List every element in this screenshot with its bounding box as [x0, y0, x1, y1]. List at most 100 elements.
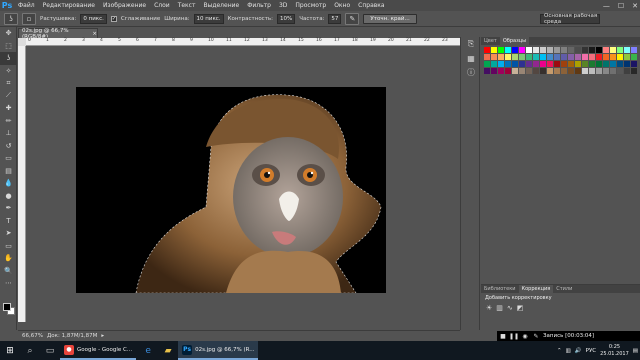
curves-icon[interactable]: ∿ [507, 304, 513, 312]
language-indicator[interactable]: РУС [586, 348, 597, 354]
menu-help[interactable]: Справка [354, 2, 388, 9]
swatch[interactable] [540, 54, 546, 60]
swatch[interactable] [575, 68, 581, 74]
properties-panel-icon[interactable]: ▦ [461, 51, 481, 65]
pause-record-icon[interactable]: ❚❚ [509, 333, 519, 340]
swatch[interactable] [540, 47, 546, 53]
width-input[interactable]: 10 пикс. [193, 13, 224, 24]
swatch[interactable] [519, 54, 525, 60]
eyedropper-tool-icon[interactable]: ⟋ [0, 90, 17, 103]
menu-type[interactable]: Текст [174, 2, 200, 9]
crop-tool-icon[interactable]: ⌗ [0, 77, 17, 90]
pen-icon[interactable]: ✎ [532, 333, 540, 340]
close-icon[interactable]: ✕ [632, 2, 638, 10]
swatch[interactable] [498, 54, 504, 60]
frequency-input[interactable]: 57 [328, 13, 342, 24]
swatch[interactable] [526, 61, 532, 67]
swatch[interactable] [575, 61, 581, 67]
swatch[interactable] [540, 61, 546, 67]
pen-tool-icon[interactable]: ✒ [0, 202, 17, 215]
swatch[interactable] [589, 61, 595, 67]
edge-icon[interactable]: e [138, 341, 158, 360]
shape-tool-icon[interactable]: ▭ [0, 240, 17, 253]
swatch[interactable] [589, 68, 595, 74]
swatch[interactable] [533, 54, 539, 60]
swatch[interactable] [533, 68, 539, 74]
swatch[interactable] [526, 47, 532, 53]
swatch[interactable] [610, 54, 616, 60]
swatch[interactable] [610, 68, 616, 74]
swatch[interactable] [512, 54, 518, 60]
swatch[interactable] [484, 47, 490, 53]
zoom-level[interactable]: 66,67% [22, 333, 43, 339]
menu-select[interactable]: Выделение [199, 2, 243, 9]
swatch[interactable] [505, 54, 511, 60]
swatch[interactable] [624, 47, 630, 53]
tablet-pressure-icon[interactable]: ✎ [345, 12, 360, 25]
quick-select-tool-icon[interactable]: ✧ [0, 65, 17, 78]
swatch[interactable] [589, 54, 595, 60]
type-tool-icon[interactable]: T [0, 215, 17, 228]
swatch[interactable] [540, 68, 546, 74]
swatch[interactable] [631, 54, 637, 60]
history-brush-icon[interactable]: ↺ [0, 140, 17, 153]
notifications-icon[interactable]: ▤ [633, 348, 638, 354]
minimize-icon[interactable]: — [603, 2, 610, 10]
antialias-checkbox[interactable]: ✓ [110, 15, 117, 22]
swatch[interactable] [603, 68, 609, 74]
swatch[interactable] [631, 47, 637, 53]
swatch[interactable] [498, 68, 504, 74]
eraser-tool-icon[interactable]: ▭ [0, 152, 17, 165]
swatch[interactable] [582, 61, 588, 67]
network-icon[interactable]: ▥ [566, 348, 571, 354]
swatch[interactable] [491, 54, 497, 60]
swatch[interactable] [519, 61, 525, 67]
hand-tool-icon[interactable]: ✋ [0, 252, 17, 265]
brush-tool-icon[interactable]: ✏ [0, 115, 17, 128]
swatch[interactable] [568, 68, 574, 74]
swatch[interactable] [568, 54, 574, 60]
swatch[interactable] [554, 68, 560, 74]
dodge-tool-icon[interactable]: ● [0, 190, 17, 203]
task-view-icon[interactable]: ▭ [40, 341, 60, 360]
swatch[interactable] [484, 68, 490, 74]
swatch[interactable] [624, 54, 630, 60]
swatch[interactable] [589, 47, 595, 53]
foreground-color-swatch[interactable] [3, 303, 11, 311]
maximize-icon[interactable]: ☐ [618, 2, 624, 10]
marquee-tool-icon[interactable]: ⬚ [0, 40, 17, 53]
close-tab-icon[interactable]: × [92, 31, 97, 37]
magnetic-lasso-tool-icon[interactable]: ʖ [4, 12, 18, 25]
lasso-tool-icon[interactable]: ʖ [0, 52, 17, 65]
taskbar-chrome[interactable]: ● Google - Google C... [60, 341, 137, 360]
levels-icon[interactable]: ▥ [496, 304, 503, 312]
healing-brush-icon[interactable]: ✚ [0, 102, 17, 115]
swatch[interactable] [519, 68, 525, 74]
gradient-tool-icon[interactable]: ▤ [0, 165, 17, 178]
swatch[interactable] [631, 68, 637, 74]
status-menu-icon[interactable]: ▸ [101, 333, 104, 339]
refine-edge-button[interactable]: Уточн. край... [363, 13, 417, 24]
swatch[interactable] [596, 54, 602, 60]
canvas-image[interactable] [76, 87, 386, 293]
tab-swatches[interactable]: Образцы [499, 37, 530, 45]
swatch[interactable] [484, 61, 490, 67]
swatch[interactable] [526, 54, 532, 60]
search-icon[interactable]: ⌕ [20, 341, 40, 360]
swatch[interactable] [554, 61, 560, 67]
swatch[interactable] [554, 47, 560, 53]
swatch[interactable] [561, 68, 567, 74]
tab-color[interactable]: Цвет [481, 37, 500, 45]
camera-icon[interactable]: ◉ [521, 333, 529, 340]
taskbar-photoshop[interactable]: Ps 02s.jpg @ 66,7% (R... [178, 341, 259, 360]
blur-tool-icon[interactable]: 💧 [0, 177, 17, 190]
swatch[interactable] [610, 61, 616, 67]
tab-styles[interactable]: Стили [553, 285, 575, 293]
swatch[interactable] [617, 68, 623, 74]
swatch[interactable] [491, 47, 497, 53]
swatch[interactable] [624, 68, 630, 74]
swatch[interactable] [610, 47, 616, 53]
swatch[interactable] [547, 68, 553, 74]
more-tools-icon[interactable]: ⋯ [0, 277, 17, 290]
swatch[interactable] [603, 47, 609, 53]
